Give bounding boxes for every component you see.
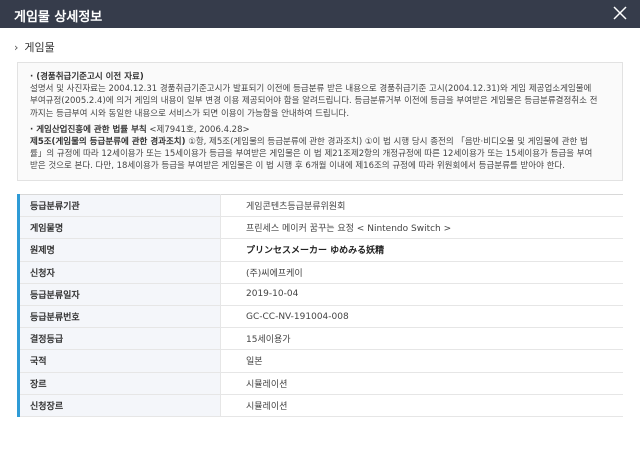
info-table: 등급분류기관 게임콘텐츠등급분류위원회 게임물명 프린세스 메이커 꿈꾸는 요정 < … <box>17 193 623 417</box>
notice-box: · (경품취급기준고시 이전 자료) 설명서 및 사진자료는 2004.12.3… <box>17 62 623 181</box>
row-label: 게임물명 <box>17 216 221 240</box>
row-label: 국적 <box>17 349 221 373</box>
row-label: 신청자 <box>17 261 221 284</box>
notice-heading-2-bold: · 게임산업진흥에 관한 법률 부칙 <box>30 124 147 135</box>
table-row: 등급분류기관 게임콘텐츠등급분류위원회 <box>17 193 623 218</box>
row-value: 2019-10-04 <box>220 283 623 306</box>
notice-text-line: 받은 것으로 본다. 다만, 18세이용가 등급을 부여받은 게임물은 이 법 … <box>30 161 565 172</box>
notice-heading-2-rest: <제7941호, 2006.4.28> <box>146 124 250 135</box>
notice-text-line: 설명서 및 사진자료는 2004.12.31 경품취급기준고시가 발표되기 이전… <box>30 84 592 95</box>
row-value: GC-CC-NV-191004-008 <box>220 305 623 329</box>
row-label: 신청장르 <box>17 394 221 417</box>
table-row: 신청장르 시뮬레이션 <box>17 394 623 417</box>
row-value: 시뮬레이션 <box>220 394 623 417</box>
row-value: 게임콘텐츠등급분류위원회 <box>220 193 623 218</box>
notice-text-line: 까지는 등급부여 시와 동일한 내용으로 서비스가 되면 이용이 가능함을 안내… <box>30 108 350 119</box>
section-title: 게임물 <box>24 41 55 54</box>
section-heading: › 게임물 <box>14 39 55 55</box>
row-label: 원제명 <box>17 238 221 262</box>
chevron-right-icon: › <box>14 41 19 54</box>
table-row: 등급분류일자 2019-10-04 <box>17 283 623 306</box>
row-value: 15세이용가 <box>220 327 623 351</box>
row-label: 장르 <box>17 372 221 395</box>
notice-text-line: 제5조(게임물의 등급분류에 관한 경과조치) ①항, 제5조(게임물의 등급분… <box>30 136 610 148</box>
table-row: 장르 시뮬레이션 <box>17 372 623 395</box>
notice-heading-1: · (경품취급기준고시 이전 자료) <box>30 72 144 82</box>
row-value: 일본 <box>220 349 623 373</box>
table-row: 원제명 プリンセスメーカー ゆめみる妖精 <box>17 238 623 262</box>
row-label: 결정등급 <box>17 327 221 351</box>
row-label: 등급분류일자 <box>17 283 221 306</box>
window-title: 게임물 상세정보 <box>14 10 103 25</box>
row-value: 시뮬레이션 <box>220 372 623 395</box>
close-icon[interactable] <box>610 2 630 24</box>
row-label: 등급분류번호 <box>17 305 221 329</box>
row-label: 등급분류기관 <box>17 193 221 218</box>
row-value: 프린세스 메이커 꿈꾸는 요정 < Nintendo Switch > <box>220 216 623 240</box>
window-titlebar: 게임물 상세정보 <box>0 0 640 28</box>
table-row: 등급분류번호 GC-CC-NV-191004-008 <box>17 305 623 329</box>
notice-text-line: 률」의 규정에 따라 12세이용가 또는 15세이용가 등급을 부여받은 게임물… <box>30 149 593 160</box>
notice-article-title: 제5조(게임물의 등급분류에 관한 경과조치) <box>30 137 186 148</box>
notice-text-line: 부여규정(2005.2.4)에 의거 게임의 내용이 일부 변경 이용 제공되어… <box>30 96 598 107</box>
notice-article-text: ①항, 제5조(게임물의 등급분류에 관한 경과조치) ①이 법 시행 당시 종… <box>185 137 588 148</box>
row-value: (주)씨에프케이 <box>220 261 623 284</box>
notice-heading-2: · 게임산업진흥에 관한 법률 부칙 <제7941호, 2006.4.28> <box>30 124 610 136</box>
table-row: 국적 일본 <box>17 349 623 373</box>
row-value: プリンセスメーカー ゆめみる妖精 <box>220 238 623 262</box>
table-row: 결정등급 15세이용가 <box>17 327 623 351</box>
table-row: 게임물명 프린세스 메이커 꿈꾸는 요정 < Nintendo Switch > <box>17 216 623 240</box>
table-row: 신청자 (주)씨에프케이 <box>17 261 623 284</box>
